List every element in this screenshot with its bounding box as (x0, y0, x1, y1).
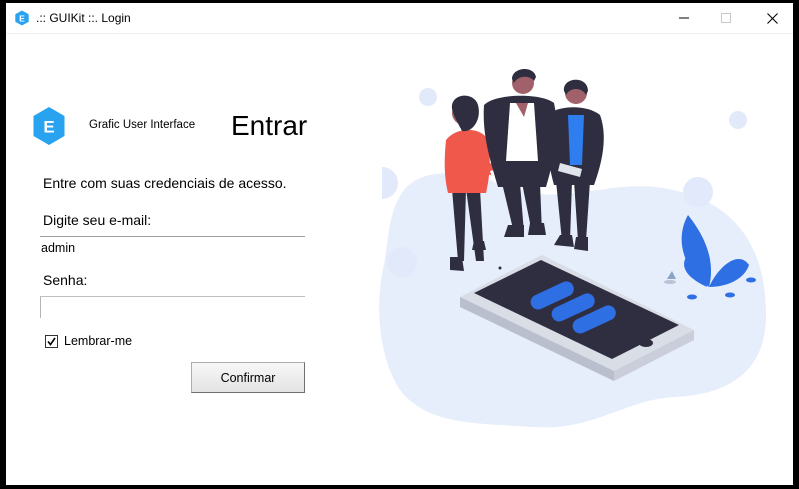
maximize-button[interactable] (703, 3, 749, 33)
login-illustration (379, 68, 766, 428)
email-field[interactable] (40, 236, 305, 258)
app-logo-icon: E (15, 10, 29, 26)
check-icon (47, 337, 56, 346)
remember-me-checkbox[interactable]: Lembrar-me (45, 334, 132, 348)
checkbox-box[interactable] (45, 334, 58, 348)
decor-halfcircle (382, 167, 398, 199)
confirm-button[interactable]: Confirmar (191, 362, 305, 393)
minimize-icon (679, 17, 689, 19)
decor-circle (683, 177, 713, 207)
maximize-icon (721, 13, 731, 23)
close-icon (766, 12, 778, 24)
password-field[interactable] (40, 296, 305, 318)
minimize-button[interactable] (661, 3, 707, 33)
close-button[interactable] (749, 3, 793, 33)
instruction-text: Entre com suas credenciais de acesso. (43, 175, 287, 191)
brand-logo-icon: E (33, 107, 65, 145)
decor-circle (419, 88, 437, 106)
title-bar[interactable]: E .:: GUIKit ::. Login (6, 3, 793, 34)
svg-text:E: E (19, 14, 25, 24)
remember-me-label: Lembrar-me (64, 334, 133, 348)
decor-circle (387, 247, 417, 277)
login-window: E .:: GUIKit ::. Login E Grafic User Int… (6, 3, 793, 485)
decor-circle (729, 111, 747, 129)
brand-subtitle: Grafic User Interface (89, 119, 196, 131)
email-label: Digite seu e-mail: (43, 212, 152, 228)
page-title: Entrar (231, 110, 308, 141)
window-title: .:: GUIKit ::. Login (36, 11, 131, 25)
password-label: Senha: (43, 272, 88, 288)
svg-text:E: E (43, 118, 54, 137)
